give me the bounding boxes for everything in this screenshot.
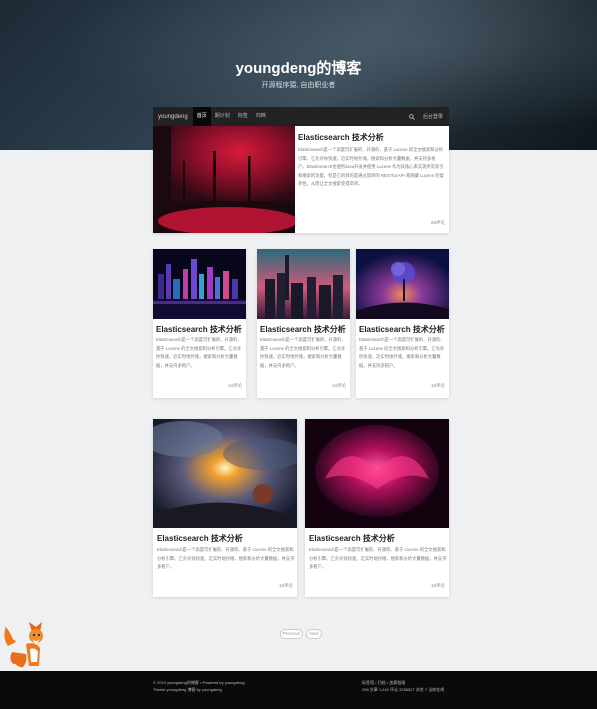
footer-links[interactable]: 标签墙 • 归档 • 加载链接 xyxy=(362,680,405,686)
post-comments[interactable]: 10评论 xyxy=(431,383,445,389)
post-title[interactable]: Elasticsearch 技术分析 xyxy=(157,533,243,544)
signin-link[interactable]: 后台登录 xyxy=(417,113,449,120)
fox-mascot-image xyxy=(4,622,43,669)
post-image[interactable] xyxy=(305,419,449,528)
post-card[interactable]: Elasticsearch 技术分析 Elasticsearch是一个高度可扩展… xyxy=(153,249,246,398)
post-comments[interactable]: 10评论 xyxy=(228,383,242,389)
post-image[interactable] xyxy=(153,419,297,528)
post-excerpt: Elasticsearch是一个高度可扩展的、开源的、基于 Lucene 的全文… xyxy=(157,547,295,570)
post-image[interactable] xyxy=(153,249,246,319)
footer-copyright: © 2019 youngdeng的博客 • Powered by youngde… xyxy=(153,680,245,685)
post-comments[interactable]: 10评论 xyxy=(332,383,346,389)
footer-theme: Theme youngdeng 博客 by youngdeng xyxy=(153,687,222,692)
post-card[interactable]: Elasticsearch 技术分析 Elasticsearch是一个高度可扩展… xyxy=(356,249,449,398)
post-title[interactable]: Elasticsearch 技术分析 xyxy=(309,533,395,544)
post-comments[interactable]: 10评论 xyxy=(279,583,293,589)
post-card[interactable]: Elasticsearch 技术分析 Elasticsearch是一个高度可扩展… xyxy=(257,249,350,398)
pagination-next-button[interactable]: Next xyxy=(306,629,322,639)
post-excerpt: Elasticsearch是一个高度可扩展的、开源的、基于 Lucene 的全文… xyxy=(359,337,445,368)
nav-item-archive[interactable]: 归档 xyxy=(252,107,270,126)
featured-post-excerpt: Elasticsearch是一个高度可扩展的、开源的、基于 Lucene 的全文… xyxy=(298,147,444,187)
nav-item-home[interactable]: 首页 xyxy=(192,107,211,126)
navbar: youngdeng 首页 期计划 标签 归档 后台登录 xyxy=(153,107,449,126)
post-image[interactable] xyxy=(257,249,350,319)
post-title[interactable]: Elasticsearch 技术分析 xyxy=(359,324,445,335)
post-title[interactable]: Elasticsearch 技术分析 xyxy=(260,324,346,335)
nav-item-tags[interactable]: 标签 xyxy=(234,107,252,126)
nav-brand[interactable]: youngdeng xyxy=(153,114,193,120)
post-excerpt: Elasticsearch是一个高度可扩展的、开源的、基于 Lucene 的全文… xyxy=(309,547,447,570)
site-subtitle: 开源程序猿, 自由职业者 xyxy=(261,82,336,89)
featured-post-image[interactable] xyxy=(153,126,295,233)
pagination-prev-button[interactable]: Previous xyxy=(280,629,303,639)
post-comments[interactable]: 10评论 xyxy=(431,583,445,589)
post-card[interactable]: Elasticsearch 技术分析 Elasticsearch是一个高度可扩展… xyxy=(305,419,449,597)
featured-post-comments[interactable]: 66评论 xyxy=(431,220,445,226)
site-title: youngdeng的博客 xyxy=(235,60,362,77)
post-excerpt: Elasticsearch是一个高度可扩展的、开源的、基于 Lucene 的全文… xyxy=(260,337,346,368)
post-excerpt: Elasticsearch是一个高度可扩展的、开源的、基于 Lucene 的全文… xyxy=(156,337,242,368)
post-title[interactable]: Elasticsearch 技术分析 xyxy=(156,324,242,335)
featured-post-card[interactable]: Elasticsearch 技术分析 Elasticsearch是一个高度可扩展… xyxy=(153,126,449,233)
site-footer: © 2019 youngdeng的博客 • Powered by youngde… xyxy=(0,671,597,709)
search-icon[interactable] xyxy=(408,107,417,126)
footer-stats: 396 文章 1,642 评论 3256527 浏览 7 当前在线 xyxy=(362,687,445,692)
post-card[interactable]: Elasticsearch 技术分析 Elasticsearch是一个高度可扩展… xyxy=(153,419,297,597)
post-image[interactable] xyxy=(356,249,449,319)
nav-item-plan[interactable]: 期计划 xyxy=(211,107,234,126)
featured-post-title[interactable]: Elasticsearch 技术分析 xyxy=(298,132,384,143)
